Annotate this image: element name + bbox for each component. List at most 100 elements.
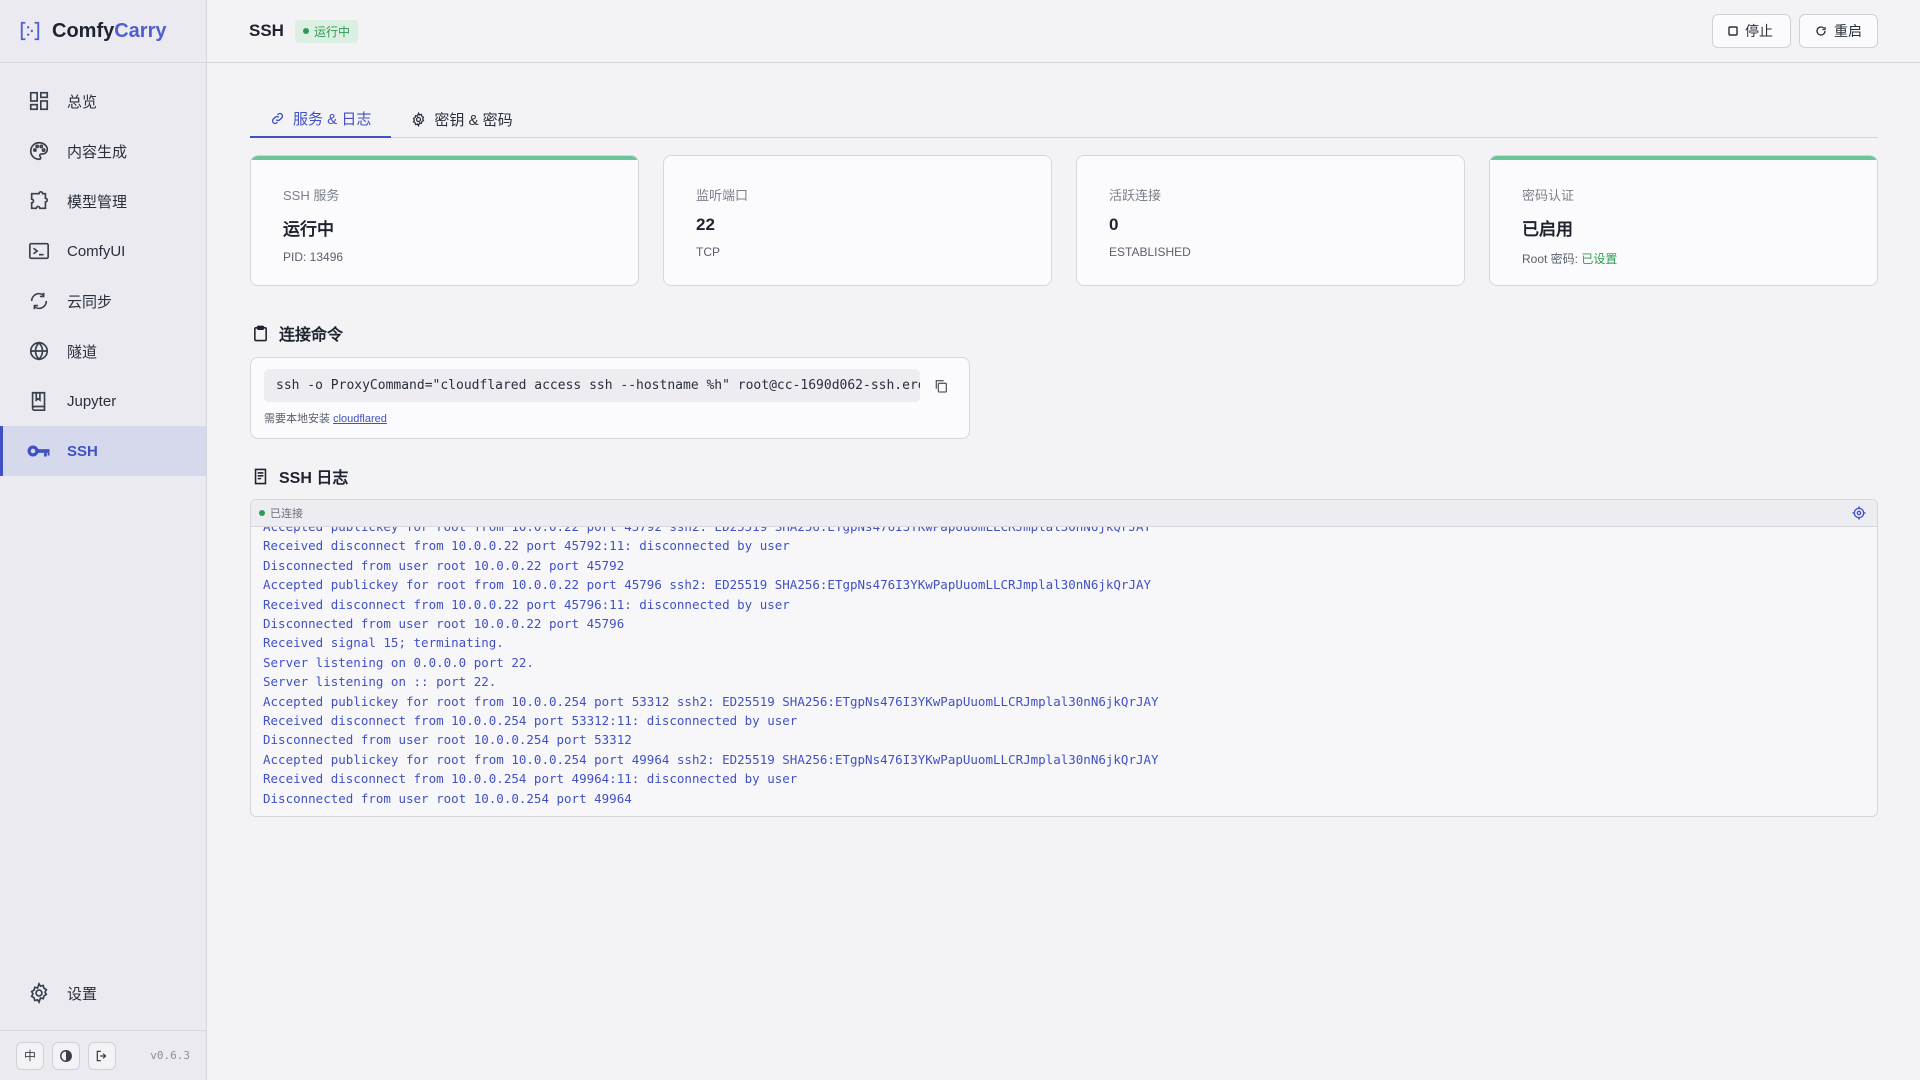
log-line: Received disconnect from 10.0.0.22 port …: [263, 538, 790, 554]
book-icon: [26, 389, 51, 414]
log-line: Server listening on 0.0.0.0 port 22.: [263, 654, 534, 670]
clipboard-icon: [252, 325, 269, 342]
restart-button[interactable]: 重启: [1799, 14, 1878, 48]
password-auth-card: 密码认证 已启用 Root 密码: 已设置: [1489, 155, 1878, 286]
stop-button-label: 停止: [1745, 23, 1773, 39]
sidebar-item-label: 模型管理: [67, 193, 128, 211]
sidebar-item-label: SSH: [67, 442, 98, 460]
card-sub: Root 密码: 已设置: [1522, 250, 1845, 267]
log-line: Disconnected from user root 10.0.0.254 p…: [263, 732, 632, 748]
card-value: 0: [1109, 215, 1119, 234]
sidebar-item-ssh[interactable]: SSH: [0, 426, 206, 476]
crosshair-icon: [1852, 506, 1866, 520]
sidebar-item-label: 总览: [67, 93, 98, 111]
page-title: SSH: [249, 21, 284, 40]
card-value: 22: [696, 215, 715, 234]
sidebar-item-overview[interactable]: 总览: [0, 76, 206, 126]
globe-icon: [26, 339, 51, 364]
log-scroll-area[interactable]: Accepted publickey for root from 10.0.0.…: [251, 527, 1877, 816]
comfycarry-logo-icon: [20, 21, 40, 41]
section-title-label: SSH 日志: [279, 470, 349, 487]
stat-cards: SSH 服务 运行中 PID: 13496 监听端口 22 TCP 活跃连接 0…: [250, 155, 1878, 286]
cloudflared-link[interactable]: cloudflared: [333, 413, 387, 425]
card-label: 监听端口: [696, 188, 749, 203]
status-badge: 运行中: [294, 19, 358, 43]
tab-label: 密钥 & 密码: [434, 111, 513, 129]
status-dot-icon: [302, 28, 309, 34]
log-lines: Accepted publickey for root from 10.0.0.…: [263, 527, 1159, 808]
sidebar-item-model-management[interactable]: 模型管理: [0, 176, 206, 226]
log-document-icon: [252, 468, 269, 485]
sidebar-item-settings[interactable]: 设置: [0, 968, 206, 1018]
link-icon: [270, 111, 285, 126]
logout-icon: [96, 1050, 107, 1061]
card-value: 已启用: [1522, 220, 1573, 239]
brand-name-part1: Comfy: [52, 19, 115, 42]
log-line: Received disconnect from 10.0.0.22 port …: [263, 596, 790, 612]
sidebar-item-tunnel[interactable]: 隧道: [0, 326, 206, 376]
log-line: Accepted publickey for root from 10.0.0.…: [263, 527, 1159, 536]
status-badge-label: 运行中: [313, 24, 350, 39]
sidebar-item-label: Jupyter: [67, 392, 117, 410]
gear-icon: [26, 981, 51, 1006]
log-line: Disconnected from user root 10.0.0.254 p…: [263, 790, 632, 806]
sync-icon: [26, 289, 51, 314]
key-icon: [26, 439, 51, 464]
tab-label: 服务 & 日志: [293, 110, 372, 128]
ssh-log-panel[interactable]: 已连接 Accepted publickey for root from 10.…: [250, 499, 1878, 817]
active-connections-card: 活跃连接 0 ESTABLISHED: [1076, 155, 1465, 286]
tab-bar: 服务 & 日志 密钥 & 密码: [250, 100, 1878, 138]
tab-service-logs[interactable]: 服务 & 日志: [250, 100, 392, 138]
ssh-log-heading: SSH 日志: [252, 464, 348, 488]
sidebar-item-cloud-sync[interactable]: 云同步: [0, 276, 206, 326]
card-label: SSH 服务: [283, 188, 340, 203]
log-line: Received disconnect from 10.0.0.254 port…: [263, 713, 798, 729]
sidebar-item-label: 云同步: [67, 293, 113, 311]
sidebar-item-label: 设置: [67, 985, 98, 1003]
sidebar-item-content-generation[interactable]: 内容生成: [0, 126, 206, 176]
stop-button[interactable]: 停止: [1712, 14, 1791, 48]
app-version: v0.6.3: [150, 1049, 190, 1062]
log-line: Accepted publickey for root from 10.0.0.…: [263, 577, 1152, 593]
log-line: Disconnected from user root 10.0.0.22 po…: [263, 616, 625, 632]
card-label: 密码认证: [1522, 188, 1575, 203]
card-sub: TCP: [696, 245, 720, 259]
connection-command-heading: 连接命令: [252, 321, 343, 345]
stop-icon: [1728, 26, 1738, 36]
sidebar-item-label: 内容生成: [67, 143, 128, 161]
ssh-command-text[interactable]: ssh -o ProxyCommand="cloudflared access …: [264, 369, 920, 402]
gear-icon: [411, 111, 426, 127]
copy-command-button[interactable]: [933, 378, 951, 396]
sidebar-item-jupyter[interactable]: Jupyter: [0, 376, 206, 426]
card-sub: PID: 13496: [283, 250, 344, 264]
log-line: Accepted publickey for root from 10.0.0.…: [263, 751, 1159, 767]
connection-command-box: ssh -o ProxyCommand="cloudflared access …: [250, 357, 970, 439]
hint-text: 需要本地安装: [264, 413, 334, 425]
log-line: Disconnected from user root 10.0.0.22 po…: [263, 557, 625, 573]
brand[interactable]: Comfy Carry: [0, 0, 206, 63]
card-label: 活跃连接: [1109, 188, 1162, 203]
log-line: Accepted publickey for root from 10.0.0.…: [263, 693, 1159, 709]
log-line: Received disconnect from 10.0.0.254 port…: [263, 771, 798, 787]
section-title-label: 连接命令: [279, 327, 344, 344]
dashboard-icon: [26, 89, 51, 114]
log-connection-status: 已连接: [270, 508, 303, 520]
auto-scroll-button[interactable]: [1851, 505, 1867, 521]
cloudflared-hint: 需要本地安装 cloudflared: [264, 410, 956, 426]
sidebar-item-comfyui[interactable]: ComfyUI: [0, 226, 206, 276]
tab-keys-passwords[interactable]: 密钥 & 密码: [391, 100, 532, 138]
puzzle-icon: [26, 189, 51, 214]
sidebar-item-label: 隧道: [67, 343, 98, 361]
card-sub: ESTABLISHED: [1109, 245, 1191, 259]
terminal-icon: [26, 239, 51, 264]
log-line: Server listening on :: port 22.: [263, 674, 497, 690]
sidebar-item-label: ComfyUI: [67, 242, 126, 260]
restart-button-label: 重启: [1834, 23, 1862, 39]
sidebar: Comfy Carry 总览 内容生成 模型管理 ComfyUI 云同步 隧道 …: [0, 0, 207, 1080]
listen-port-card: 监听端口 22 TCP: [663, 155, 1052, 286]
theme-toggle-button[interactable]: [52, 1041, 80, 1070]
language-toggle-button[interactable]: 中: [16, 1041, 44, 1070]
card-value: 运行中: [283, 220, 334, 239]
root-password-status: 已设置: [1581, 252, 1618, 266]
logout-button[interactable]: [88, 1041, 116, 1070]
